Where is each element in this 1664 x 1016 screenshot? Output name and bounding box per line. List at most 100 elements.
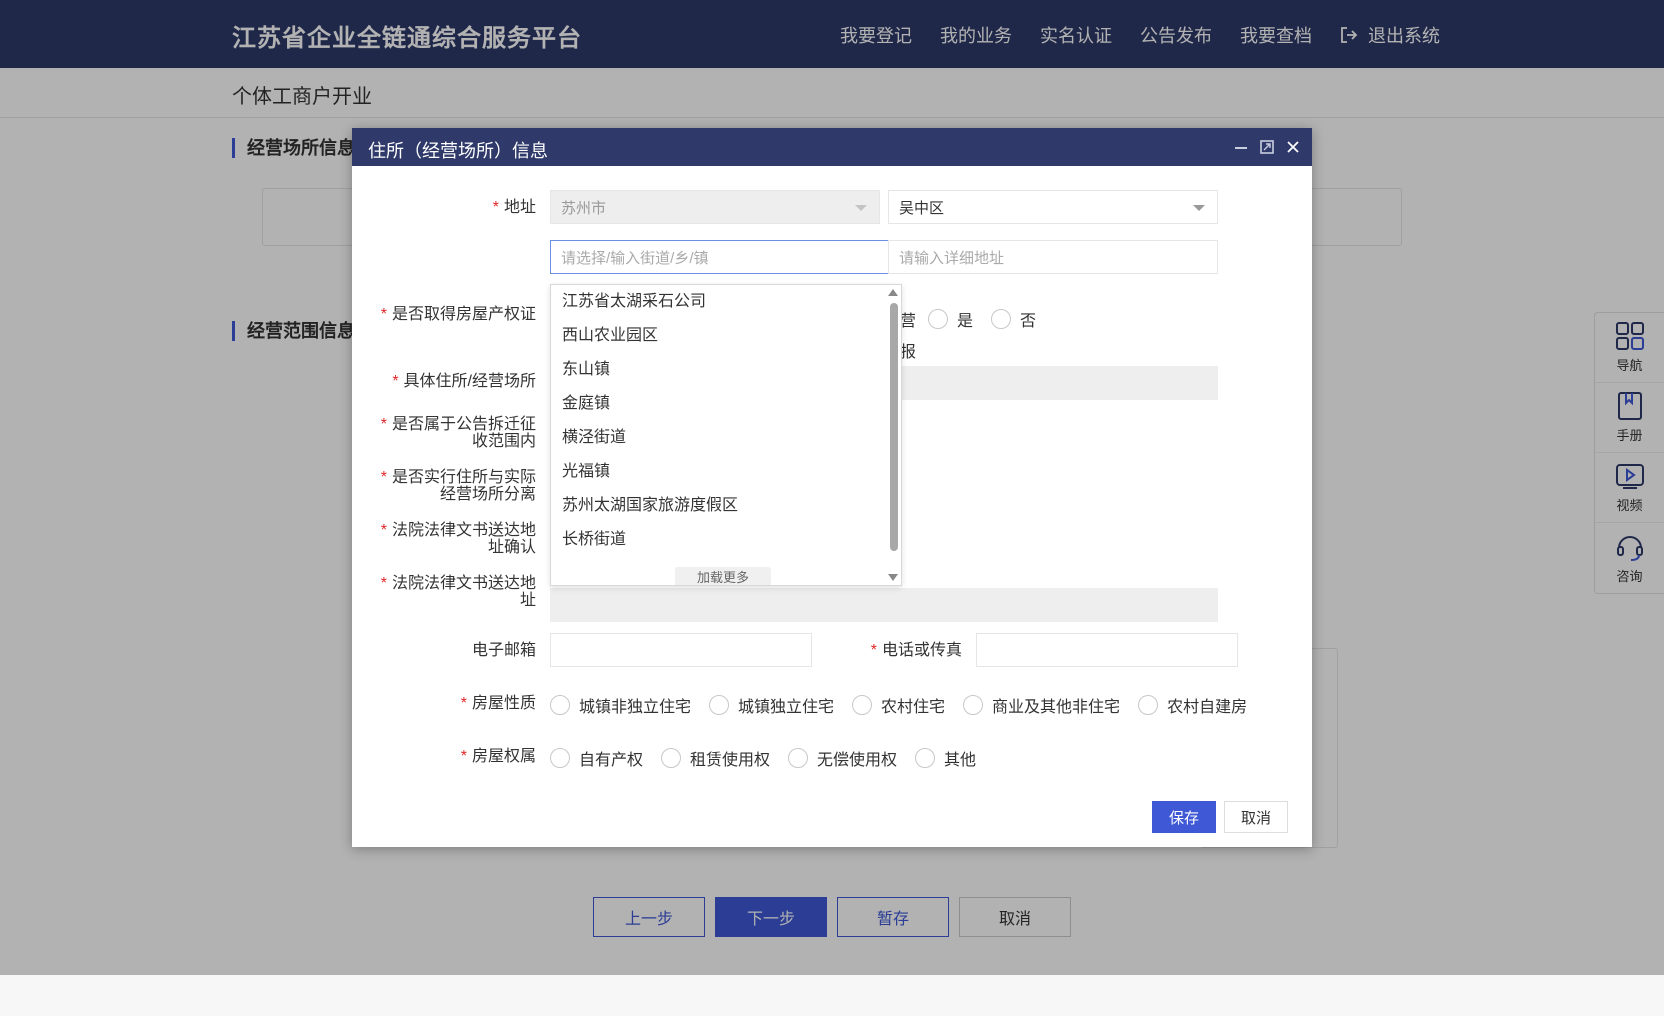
house-right-option[interactable]: 无偿使用权 [788, 746, 897, 770]
house-right-option-label: 其他 [944, 752, 977, 769]
house-type-option[interactable]: 商业及其他非住宅 [963, 693, 1120, 717]
self-operated-radio-group: 是 否 [928, 307, 1054, 331]
radio-circle [709, 695, 730, 715]
scroll-down-icon[interactable] [888, 574, 898, 581]
dropdown-option[interactable]: 江苏省太湖采石公司 [551, 285, 901, 319]
court-confirm-label-line1: 法院法律文书送达地 [391, 522, 536, 539]
radio-no-label: 否 [1020, 313, 1037, 330]
load-more-button[interactable]: 加载更多 [675, 567, 771, 585]
street-dropdown: 江苏省太湖采石公司 西山农业园区 东山镇 金庭镇 横泾街道 光福镇 苏州太湖国家… [550, 284, 902, 586]
house-type-option-label: 农村住宅 [881, 699, 946, 716]
district-select[interactable]: 吴中区 [888, 190, 1218, 224]
house-type-label-text: 房屋性质 [471, 695, 536, 712]
specific-place-field[interactable] [900, 366, 1218, 400]
cancel-button[interactable]: 取消 [1224, 801, 1288, 833]
radio-yes-label: 是 [957, 313, 974, 330]
phone-field[interactable] [976, 633, 1238, 667]
demolition-label: * 是否属于公告拆迁征 收范围内 [372, 416, 536, 450]
street-input[interactable]: 请选择/输入街道/乡/镇 [550, 240, 902, 274]
city-select[interactable]: 苏州市 [550, 190, 880, 224]
required-mark: * [380, 306, 387, 323]
radio-circle [963, 695, 984, 715]
court-address-field[interactable] [550, 588, 1218, 622]
dropdown-option[interactable]: 东山镇 [551, 353, 901, 387]
required-mark: * [460, 748, 467, 765]
demolition-label-line1: 是否属于公告拆迁征 [391, 416, 536, 433]
close-icon[interactable] [1284, 138, 1302, 156]
required-mark: * [870, 642, 877, 659]
street-input-placeholder: 请选择/输入街道/乡/镇 [561, 249, 709, 267]
chevron-down-icon [855, 205, 867, 211]
court-address-label: * 法院法律文书送达地 址 [372, 575, 536, 609]
maximize-icon[interactable] [1258, 138, 1276, 156]
radio-circle [550, 695, 570, 715]
house-right-label-text: 房屋权属 [471, 748, 536, 765]
court-confirm-label: * 法院法律文书送达地 址确认 [372, 522, 536, 556]
partial-text-bao: 报 [900, 344, 917, 361]
house-right-option-label: 无偿使用权 [817, 752, 898, 769]
required-mark: * [460, 695, 467, 712]
radio-circle [550, 748, 570, 768]
dropdown-option[interactable]: 光福镇 [551, 455, 901, 489]
scroll-up-icon[interactable] [888, 289, 898, 296]
detail-address-input[interactable]: 请输入详细地址 [888, 240, 1218, 274]
dropdown-scrollbar[interactable] [887, 285, 901, 585]
chevron-down-icon [1193, 205, 1205, 211]
specific-place-label-text: 具体住所/经营场所 [403, 373, 536, 390]
separation-label-line1: 是否实行住所与实际 [391, 469, 536, 486]
radio-circle [928, 309, 948, 329]
footer-strip [0, 975, 1664, 1016]
separation-label-line2: 经营场所分离 [439, 486, 536, 503]
district-select-value: 吴中区 [899, 199, 945, 217]
address-label-text: 地址 [503, 199, 536, 216]
required-mark: * [380, 522, 387, 539]
house-type-option[interactable]: 城镇非独立住宅 [550, 693, 691, 717]
house-right-option-label: 租赁使用权 [690, 752, 771, 769]
address-label: * 地址 [372, 199, 536, 216]
scroll-thumb[interactable] [890, 303, 898, 551]
dropdown-option[interactable]: 横泾街道 [551, 421, 901, 455]
required-mark: * [492, 199, 499, 216]
house-type-option[interactable]: 城镇独立住宅 [709, 693, 834, 717]
radio-no[interactable]: 否 [991, 307, 1036, 331]
dropdown-option[interactable]: 长桥街道 [551, 523, 901, 557]
house-type-option-label: 农村自建房 [1167, 699, 1248, 716]
partial-text-ying: 营 [900, 313, 917, 330]
address-modal: 住所（经营场所）信息 * 地址 苏州市 吴中区 请选择/输入街道/乡/镇 请输入详… [352, 128, 1312, 847]
house-right-option[interactable]: 租赁使用权 [661, 746, 770, 770]
dropdown-option[interactable]: 金庭镇 [551, 387, 901, 421]
modal-header: 住所（经营场所）信息 [352, 128, 1312, 166]
phone-label: * 电话或传真 [822, 642, 962, 659]
dropdown-option[interactable]: 苏州太湖国家旅游度假区 [551, 489, 901, 523]
house-cert-label-text: 是否取得房屋产权证 [391, 306, 536, 323]
minimize-icon[interactable] [1232, 138, 1250, 156]
house-right-option[interactable]: 其他 [915, 746, 976, 770]
radio-circle [1138, 695, 1159, 715]
house-right-option[interactable]: 自有产权 [550, 746, 643, 770]
required-mark: * [380, 469, 387, 486]
city-select-value: 苏州市 [561, 199, 607, 217]
dropdown-option[interactable]: 西山农业园区 [551, 319, 901, 353]
required-mark: * [392, 373, 399, 390]
demolition-label-line2: 收范围内 [471, 433, 536, 450]
radio-circle [991, 309, 1012, 329]
detail-address-placeholder: 请输入详细地址 [899, 249, 1005, 267]
radio-circle [788, 748, 809, 768]
court-address-label-line1: 法院法律文书送达地 [391, 575, 536, 592]
house-type-option[interactable]: 农村自建房 [1138, 693, 1247, 717]
required-mark: * [380, 416, 387, 433]
save-button[interactable]: 保存 [1152, 801, 1216, 833]
required-mark: * [380, 575, 387, 592]
separation-label: * 是否实行住所与实际 经营场所分离 [372, 469, 536, 503]
radio-circle [661, 748, 682, 768]
house-type-option[interactable]: 农村住宅 [852, 693, 945, 717]
phone-label-text: 电话或传真 [881, 642, 962, 659]
house-right-label: * 房屋权属 [372, 748, 536, 765]
court-address-label-line2: 址 [519, 592, 536, 609]
email-field[interactable] [550, 633, 812, 667]
house-right-option-label: 自有产权 [579, 752, 644, 769]
house-type-option-label: 商业及其他非住宅 [992, 699, 1121, 716]
email-label: 电子邮箱 [372, 642, 536, 659]
radio-yes[interactable]: 是 [928, 307, 973, 331]
house-right-radio-group: 自有产权 租赁使用权 无偿使用权 其他 [550, 746, 994, 770]
